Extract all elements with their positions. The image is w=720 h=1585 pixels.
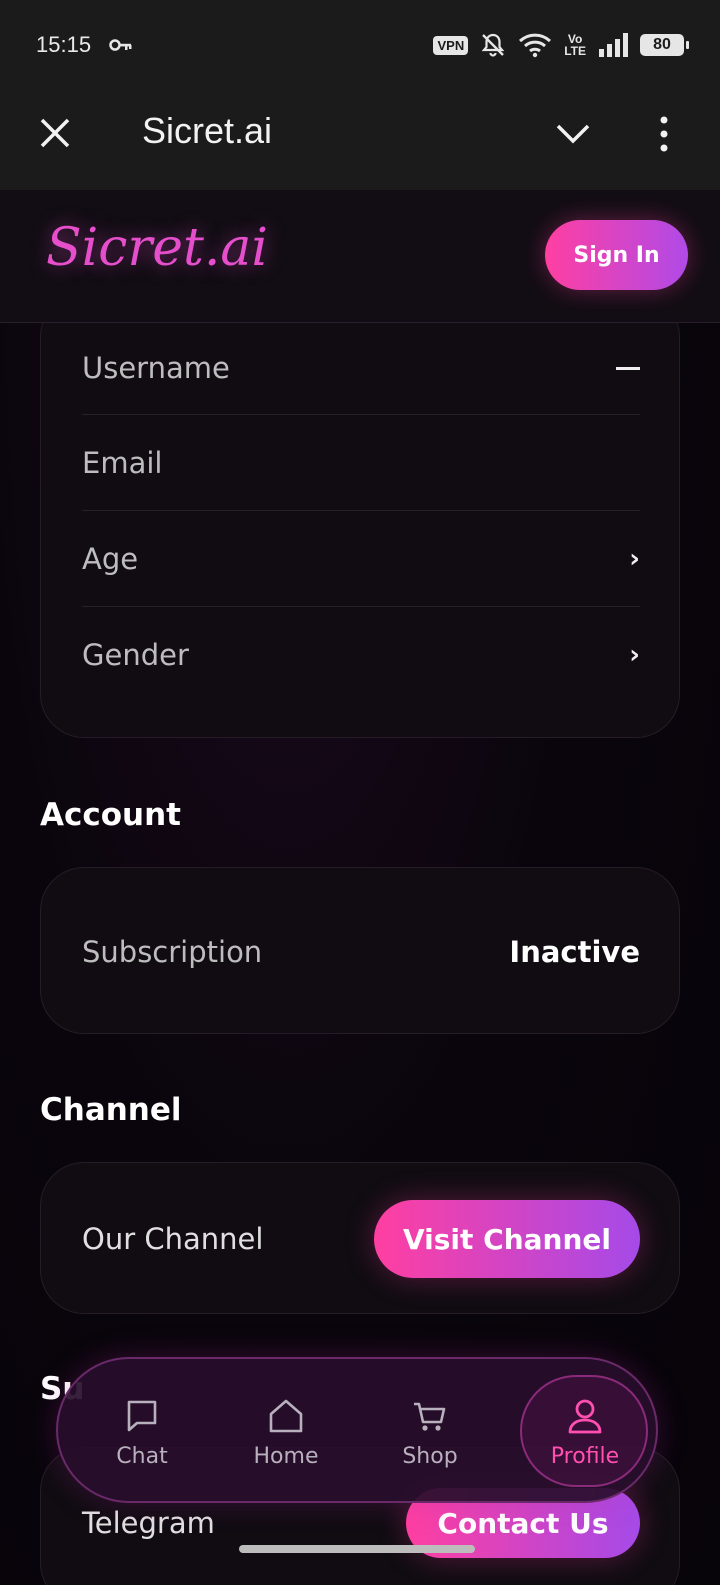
age-row[interactable]: Age › xyxy=(82,512,640,606)
site-header: Sicret.ai Sign In xyxy=(0,190,720,323)
subscription-row[interactable]: Subscription Inactive xyxy=(82,868,640,1035)
nav-profile[interactable]: Profile xyxy=(520,1359,650,1505)
gender-label: Gender xyxy=(82,638,189,672)
collapse-icon[interactable] xyxy=(616,366,640,370)
account-card: Subscription Inactive xyxy=(40,867,680,1034)
email-row[interactable]: Email xyxy=(82,416,640,510)
volte-bottom: LTE xyxy=(564,44,586,58)
email-label: Email xyxy=(82,446,163,480)
nav-home-label: Home xyxy=(253,1443,319,1469)
status-left: 15:15 xyxy=(36,32,133,58)
browser-toolbar: Sicret.ai xyxy=(0,90,720,190)
bottom-nav: Chat Home Shop Profile xyxy=(56,1357,658,1503)
user-icon xyxy=(568,1399,602,1433)
nav-profile-label: Profile xyxy=(550,1443,620,1469)
wifi-icon xyxy=(519,33,552,58)
nav-chat[interactable]: Chat xyxy=(77,1359,207,1505)
status-bar: 15:15 VPN Vo LTE 80 xyxy=(0,0,720,90)
nav-shop-label: Shop xyxy=(402,1443,458,1469)
chevron-right-icon: › xyxy=(629,544,640,574)
close-icon[interactable] xyxy=(36,114,76,154)
home-indicator[interactable] xyxy=(239,1545,475,1553)
key-icon xyxy=(109,39,132,51)
volte-indicator: Vo LTE xyxy=(564,33,586,57)
divider xyxy=(82,606,640,607)
signal-icon xyxy=(599,33,628,57)
channel-label: Our Channel xyxy=(82,1222,264,1256)
vpn-badge: VPN xyxy=(433,35,469,55)
nav-home[interactable]: Home xyxy=(221,1359,351,1505)
chat-icon xyxy=(127,1400,157,1431)
divider xyxy=(82,414,640,415)
divider xyxy=(82,510,640,511)
site-logo[interactable]: Sicret.ai xyxy=(46,218,268,278)
channel-card: Our Channel Visit Channel xyxy=(40,1162,680,1314)
chevron-right-icon: › xyxy=(629,640,640,670)
sign-in-button[interactable]: Sign In xyxy=(545,220,688,290)
username-label: Username xyxy=(82,351,230,385)
browser-title: Sicret.ai xyxy=(142,110,273,151)
channel-row: Our Channel Visit Channel xyxy=(82,1163,640,1315)
telegram-label: Telegram xyxy=(82,1506,215,1540)
subscription-label: Subscription xyxy=(82,934,263,969)
chevron-down-icon[interactable] xyxy=(553,116,593,152)
visit-channel-button[interactable]: Visit Channel xyxy=(374,1200,640,1278)
subscription-status: Inactive xyxy=(509,934,640,969)
status-time: 15:15 xyxy=(36,32,92,57)
cart-icon xyxy=(414,1402,446,1431)
nav-chat-label: Chat xyxy=(116,1443,168,1469)
more-vertical-icon[interactable] xyxy=(652,112,676,156)
nav-shop[interactable]: Shop xyxy=(365,1359,495,1505)
account-title: Account xyxy=(40,797,181,833)
gender-row[interactable]: Gender › xyxy=(82,608,640,702)
username-row[interactable]: Username xyxy=(82,324,640,412)
profile-info-card: Username Email Age › Gender › xyxy=(40,323,680,738)
battery-icon: 80 xyxy=(640,34,689,56)
age-label: Age xyxy=(82,542,139,576)
status-right: VPN Vo LTE 80 xyxy=(433,32,689,58)
channel-title: Channel xyxy=(40,1092,182,1128)
home-icon xyxy=(269,1399,303,1432)
bell-off-icon xyxy=(481,33,505,57)
